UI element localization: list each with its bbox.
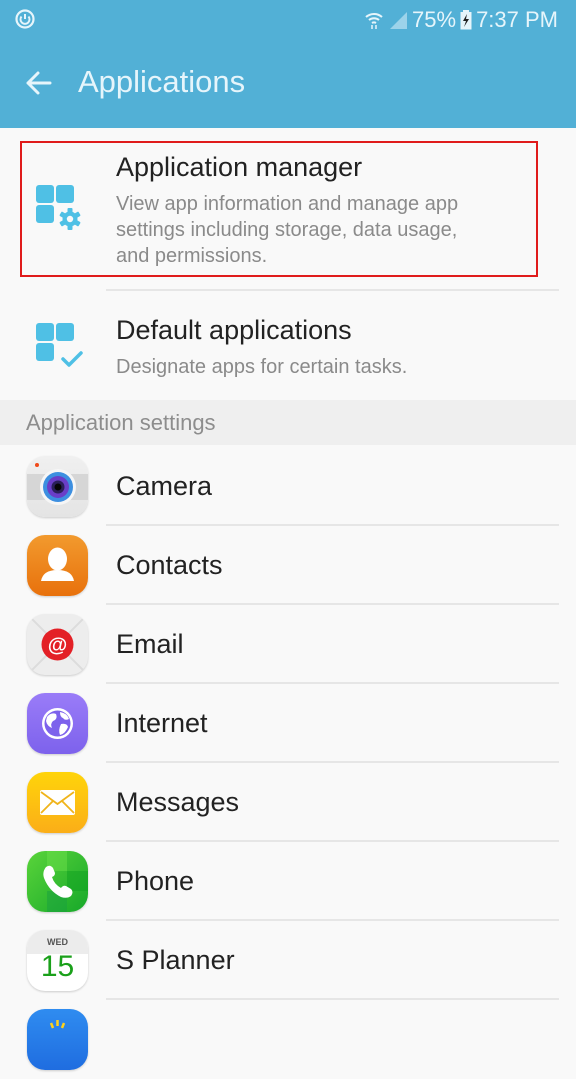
app-row-contacts[interactable]: Contacts bbox=[0, 526, 576, 605]
section-header: Application settings bbox=[0, 400, 576, 445]
sync-icon bbox=[15, 9, 35, 29]
calendar-day: WED bbox=[47, 937, 68, 947]
svg-text:@: @ bbox=[48, 635, 68, 657]
camera-icon bbox=[27, 456, 88, 517]
contacts-icon bbox=[27, 535, 88, 596]
app-label: S Planner bbox=[116, 945, 235, 975]
internet-icon bbox=[27, 693, 88, 754]
app-row-internet[interactable]: Internet bbox=[0, 684, 576, 763]
page-title: Applications bbox=[78, 64, 246, 99]
app-row-phone[interactable]: Phone bbox=[0, 842, 576, 921]
default-applications-subtitle: Designate apps for certain tasks. bbox=[116, 356, 408, 378]
email-icon: @ bbox=[27, 614, 88, 675]
app-bar: Applications bbox=[0, 40, 576, 128]
app-label: Phone bbox=[116, 866, 195, 896]
app-label: Camera bbox=[116, 471, 213, 501]
app-label: Email bbox=[116, 629, 184, 659]
app-label: Messages bbox=[116, 787, 240, 817]
clock: 7:37 PM bbox=[476, 7, 558, 32]
app-row-s-planner[interactable]: WED 15 S Planner bbox=[0, 921, 576, 1000]
default-apps-check-icon bbox=[36, 323, 83, 367]
default-applications-item[interactable]: Default applications Designate apps for … bbox=[0, 291, 576, 400]
section-header-label: Application settings bbox=[26, 410, 216, 435]
default-applications-title: Default applications bbox=[116, 315, 352, 345]
calendar-icon: WED 15 bbox=[27, 930, 88, 991]
app-label: Contacts bbox=[116, 550, 223, 580]
phone-icon bbox=[27, 851, 88, 912]
app-row-camera[interactable]: Camera bbox=[0, 447, 576, 526]
calendar-date: 15 bbox=[40, 950, 75, 983]
status-bar: 75% 7:37 PM bbox=[0, 0, 576, 40]
app-row-email[interactable]: @ Email bbox=[0, 605, 576, 684]
signal-icon bbox=[390, 12, 408, 29]
battery-percent: 75% bbox=[412, 7, 457, 32]
app-row-messages[interactable]: Messages bbox=[0, 763, 576, 842]
app-row-partial[interactable] bbox=[0, 1000, 576, 1079]
messages-icon bbox=[27, 772, 88, 833]
wifi-icon bbox=[365, 13, 383, 29]
highlight-box bbox=[20, 141, 538, 277]
app-label: Internet bbox=[116, 708, 208, 738]
arrow-back-icon[interactable] bbox=[22, 66, 56, 100]
battery-charging-icon bbox=[460, 10, 472, 30]
app-icon-partial bbox=[27, 1009, 88, 1070]
